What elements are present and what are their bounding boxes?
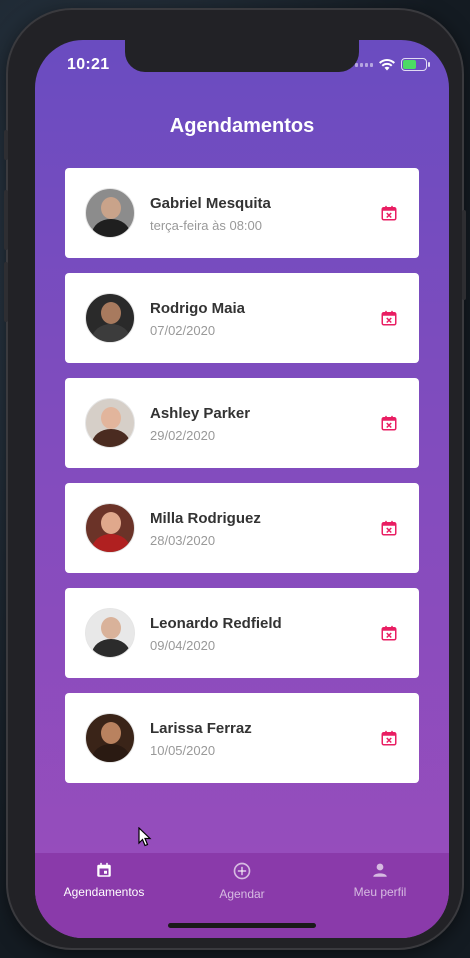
power-button (462, 210, 466, 300)
cancel-appointment-button[interactable] (377, 201, 401, 225)
cancel-appointment-button[interactable] (377, 411, 401, 435)
tab-label: Meu perfil (353, 885, 407, 899)
event-busy-icon (381, 625, 397, 641)
appointment-name: Gabriel Mesquita (150, 195, 271, 212)
cancel-appointment-button[interactable] (377, 726, 401, 750)
volume-down-button (4, 262, 8, 322)
appointment-name: Rodrigo Maia (150, 300, 246, 317)
person-icon (311, 861, 449, 879)
status-icons (355, 58, 430, 71)
mouse-cursor-icon (138, 827, 152, 847)
calendar-icon (35, 861, 173, 879)
avatar (85, 293, 135, 343)
event-busy-icon (381, 415, 397, 431)
avatar (85, 503, 135, 553)
appointment-date: 10/05/2020 (150, 743, 216, 758)
home-indicator (168, 923, 316, 928)
appointment-date: 29/02/2020 (150, 428, 216, 443)
status-bar: 10:21 (35, 40, 449, 88)
event-busy-icon (381, 520, 397, 536)
tab-agendamentos[interactable]: Agendamentos (35, 861, 173, 899)
appointment-card[interactable]: Gabriel Mesquita terça-feira às 08:00 (65, 168, 419, 258)
tab-meu-perfil[interactable]: Meu perfil (311, 861, 449, 899)
appointment-name: Ashley Parker (150, 405, 251, 422)
appointment-card[interactable]: Milla Rodriguez 28/03/2020 (65, 483, 419, 573)
appointment-date: 07/02/2020 (150, 323, 216, 338)
mute-switch (4, 130, 8, 160)
add-circle-icon (173, 861, 311, 881)
appointment-name: Milla Rodriguez (150, 510, 261, 527)
event-busy-icon (381, 205, 397, 221)
wifi-icon (379, 58, 395, 70)
tab-agendar[interactable]: Agendar (173, 861, 311, 901)
avatar (85, 188, 135, 238)
app-screen: 10:21 Agendamentos Gabriel Mesquita terç… (35, 40, 449, 938)
avatar (85, 713, 135, 763)
battery-icon (401, 58, 430, 71)
volume-up-button (4, 190, 8, 250)
appointment-card[interactable]: Rodrigo Maia 07/02/2020 (65, 273, 419, 363)
cancel-appointment-button[interactable] (377, 621, 401, 645)
appointment-name: Larissa Ferraz (150, 720, 252, 737)
appointment-date: 09/04/2020 (150, 638, 216, 653)
appointment-card[interactable]: Ashley Parker 29/02/2020 (65, 378, 419, 468)
appointment-card[interactable]: Leonardo Redfield 09/04/2020 (65, 588, 419, 678)
appointments-list: Gabriel Mesquita terça-feira às 08:00 Ro… (65, 168, 419, 798)
appointment-date: 28/03/2020 (150, 533, 216, 548)
event-busy-icon (381, 730, 397, 746)
avatar (85, 608, 135, 658)
page-title: Agendamentos (169, 115, 315, 137)
tab-label: Agendar (219, 887, 265, 901)
appointment-name: Leonardo Redfield (150, 615, 282, 632)
event-busy-icon (381, 310, 397, 326)
cancel-appointment-button[interactable] (377, 516, 401, 540)
status-time: 10:21 (67, 56, 110, 73)
tab-label: Agendamentos (63, 885, 145, 899)
appointment-date: terça-feira às 08:00 (150, 218, 263, 233)
cancel-appointment-button[interactable] (377, 306, 401, 330)
cellular-signal-icon (355, 62, 373, 67)
avatar (85, 398, 135, 448)
appointment-card[interactable]: Larissa Ferraz 10/05/2020 (65, 693, 419, 783)
